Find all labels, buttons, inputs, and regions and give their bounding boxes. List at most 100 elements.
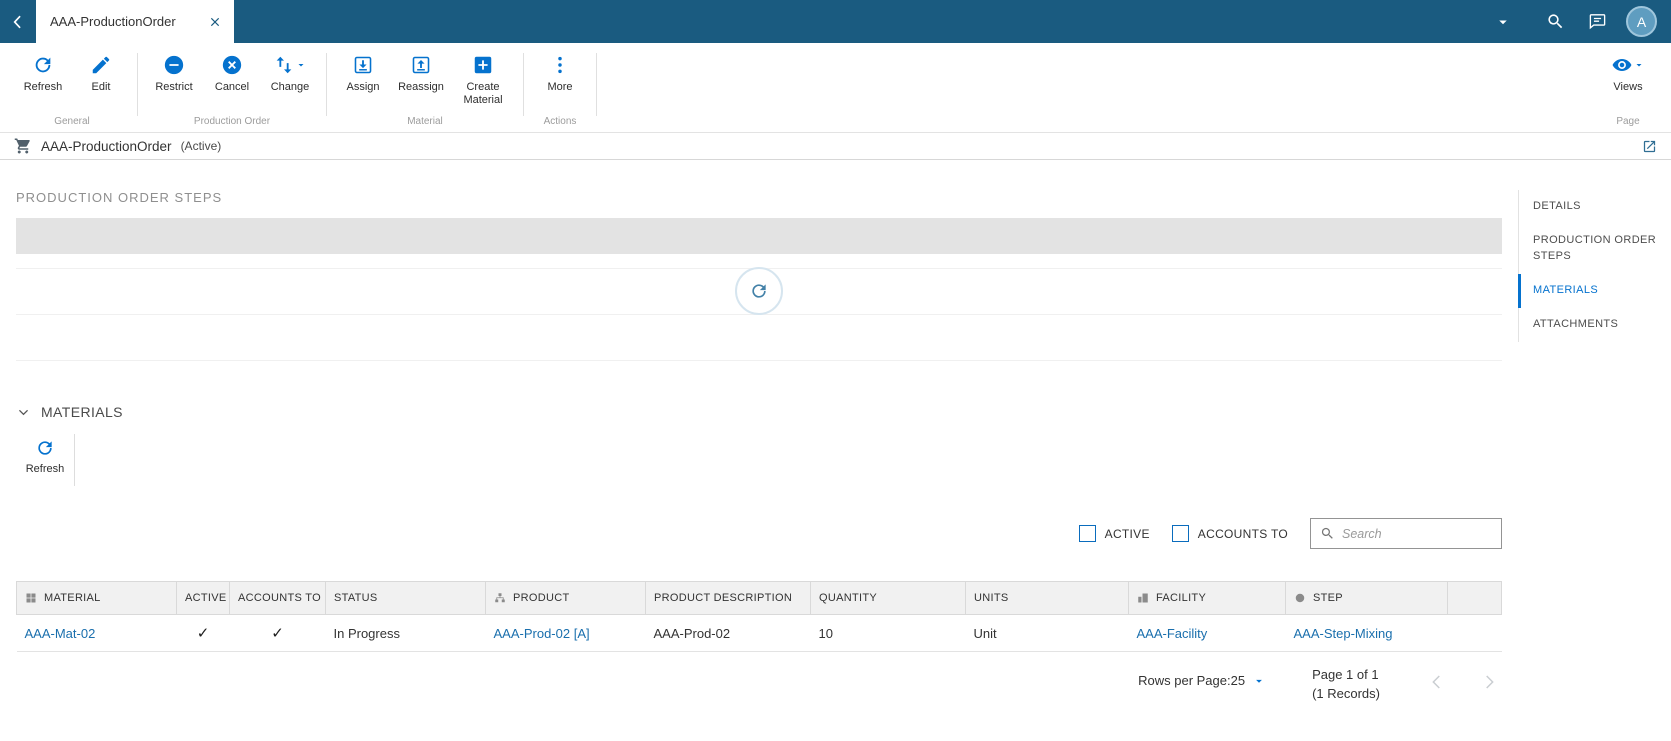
views-button-label: Views	[1613, 81, 1643, 93]
open-in-new-icon	[1642, 139, 1657, 154]
toolbar-divider	[326, 53, 327, 116]
materials-refresh-button[interactable]: Refresh	[16, 432, 74, 488]
views-button[interactable]: Views	[1599, 51, 1657, 94]
toolbar-divider	[596, 53, 597, 116]
rows-per-page-label: Rows per Page:	[1138, 673, 1231, 688]
next-page-button[interactable]	[1478, 671, 1500, 693]
units-cell: Unit	[965, 614, 1129, 652]
reassign-button[interactable]: Reassign	[392, 51, 450, 94]
active-filter[interactable]: ACTIVE	[1078, 525, 1150, 542]
materials-refresh-label: Refresh	[25, 463, 65, 475]
step-circle-icon	[1294, 592, 1306, 604]
step-link[interactable]: AAA-Step-Mixing	[1285, 614, 1448, 652]
column-header-quantity[interactable]: QUANTITY	[810, 581, 966, 615]
accounts-to-filter-label: ACCOUNTS TO	[1197, 526, 1288, 541]
column-header-product-description[interactable]: PRODUCT DESCRIPTION	[645, 581, 811, 615]
loading-skeleton-bar	[16, 218, 1502, 254]
column-header-active[interactable]: ACTIVE	[176, 581, 230, 615]
nav-item-attachments[interactable]: ATTACHMENTS	[1519, 308, 1671, 342]
cart-icon	[14, 137, 32, 155]
edit-icon	[90, 54, 112, 76]
column-label: PRODUCT DESCRIPTION	[654, 592, 793, 604]
refresh-button[interactable]: Refresh	[14, 51, 72, 94]
tab-title: AAA-ProductionOrder	[50, 14, 176, 29]
assign-icon	[352, 54, 374, 76]
cancel-icon	[221, 54, 243, 76]
column-header-accounts-to[interactable]: ACCOUNTS TO	[229, 581, 326, 615]
group-caption-general: General	[54, 116, 90, 127]
active-filter-label: ACTIVE	[1104, 526, 1150, 541]
tab-production-order[interactable]: AAA-ProductionOrder	[36, 0, 234, 43]
active-checkbox[interactable]	[1078, 525, 1096, 542]
refresh-icon	[32, 54, 54, 76]
search-input[interactable]	[1342, 526, 1492, 541]
expand-panel-button[interactable]	[1642, 139, 1657, 154]
cancel-button[interactable]: Cancel	[203, 51, 261, 94]
facility-link[interactable]: AAA-Facility	[1128, 614, 1286, 652]
header-actions: A	[1482, 0, 1671, 43]
toolbar-divider	[74, 434, 75, 486]
column-header-facility[interactable]: FACILITY	[1128, 581, 1286, 615]
change-button[interactable]: Change	[261, 51, 319, 94]
chevron-down-icon	[295, 59, 307, 71]
materials-filter-row: ACTIVE ACCOUNTS TO	[16, 518, 1502, 549]
column-label: QUANTITY	[819, 592, 878, 604]
search-box	[1310, 518, 1502, 549]
avatar[interactable]: A	[1626, 6, 1657, 37]
active-checkmark: ✓	[176, 614, 230, 652]
nav-item-materials[interactable]: MATERIALS	[1518, 273, 1671, 308]
restrict-icon	[163, 54, 185, 76]
rows-per-page-selector[interactable]: Rows per Page: 25	[1138, 664, 1266, 688]
previous-page-button[interactable]	[1426, 671, 1448, 693]
restrict-button[interactable]: Restrict	[145, 51, 203, 94]
accounts-to-checkbox[interactable]	[1171, 525, 1189, 542]
chevron-left-icon	[1426, 671, 1448, 693]
search-icon[interactable]	[1534, 2, 1576, 42]
column-header-product[interactable]: PRODUCT	[485, 581, 646, 615]
refresh-icon	[35, 438, 55, 458]
create-material-button[interactable]: Create Material	[450, 51, 516, 106]
group-caption-production-order: Production Order	[193, 116, 271, 127]
content-area: PRODUCTION ORDER STEPS MATERIALS Refresh	[0, 160, 1671, 741]
group-caption-actions: Actions	[543, 116, 577, 127]
column-label: STATUS	[334, 592, 378, 604]
group-caption-page: Page	[1616, 116, 1640, 127]
assign-button[interactable]: Assign	[334, 51, 392, 94]
spinner-refresh-icon	[749, 281, 769, 301]
product-link[interactable]: AAA-Prod-02 [A]	[485, 614, 646, 652]
add-box-icon	[472, 54, 494, 76]
column-header-step[interactable]: STEP	[1285, 581, 1448, 615]
column-header-filler	[1447, 581, 1502, 615]
column-header-units[interactable]: UNITS	[965, 581, 1129, 615]
toolbar-group-page: Views Page	[1595, 43, 1661, 132]
table-row[interactable]: AAA-Mat-02 ✓ ✓ In Progress AAA-Prod-02 […	[16, 614, 1502, 652]
materials-toolbar: Refresh	[16, 432, 1502, 488]
material-link[interactable]: AAA-Mat-02	[16, 614, 177, 652]
right-anchor-nav: DETAILS PRODUCTION ORDER STEPS MATERIALS…	[1518, 160, 1671, 741]
materials-section-header: MATERIALS	[16, 404, 1502, 420]
records-count-text: (1 Records)	[1312, 685, 1380, 701]
nav-item-production-order-steps[interactable]: PRODUCTION ORDER STEPS	[1519, 224, 1671, 274]
chat-icon[interactable]	[1576, 2, 1618, 42]
chevron-down-icon	[1633, 59, 1645, 71]
row-separator-line	[16, 360, 1502, 361]
header-dropdown-icon[interactable]	[1482, 2, 1524, 42]
toolbar-group-production-order: Restrict Cancel Change Production Order	[141, 43, 323, 132]
column-header-status[interactable]: STATUS	[325, 581, 486, 615]
group-caption-material: Material	[407, 116, 443, 127]
page-count-text: Page 1 of 1	[1312, 667, 1379, 682]
steps-loading-area	[16, 267, 1502, 361]
product-description-cell: AAA-Prod-02	[645, 614, 811, 652]
toolbar-group-general: Refresh Edit General	[10, 43, 134, 132]
tab-close-icon[interactable]	[206, 13, 224, 31]
eye-icon	[1611, 54, 1633, 76]
rows-per-page-value: 25	[1230, 673, 1246, 688]
facility-building-icon	[1137, 592, 1149, 604]
back-button[interactable]	[0, 0, 36, 43]
nav-item-details[interactable]: DETAILS	[1519, 190, 1671, 224]
edit-button[interactable]: Edit	[72, 51, 130, 94]
accounts-to-filter[interactable]: ACCOUNTS TO	[1171, 525, 1288, 542]
column-header-material[interactable]: MATERIAL	[16, 581, 177, 615]
more-button[interactable]: More	[531, 51, 589, 94]
collapse-section-button[interactable]	[16, 405, 31, 420]
